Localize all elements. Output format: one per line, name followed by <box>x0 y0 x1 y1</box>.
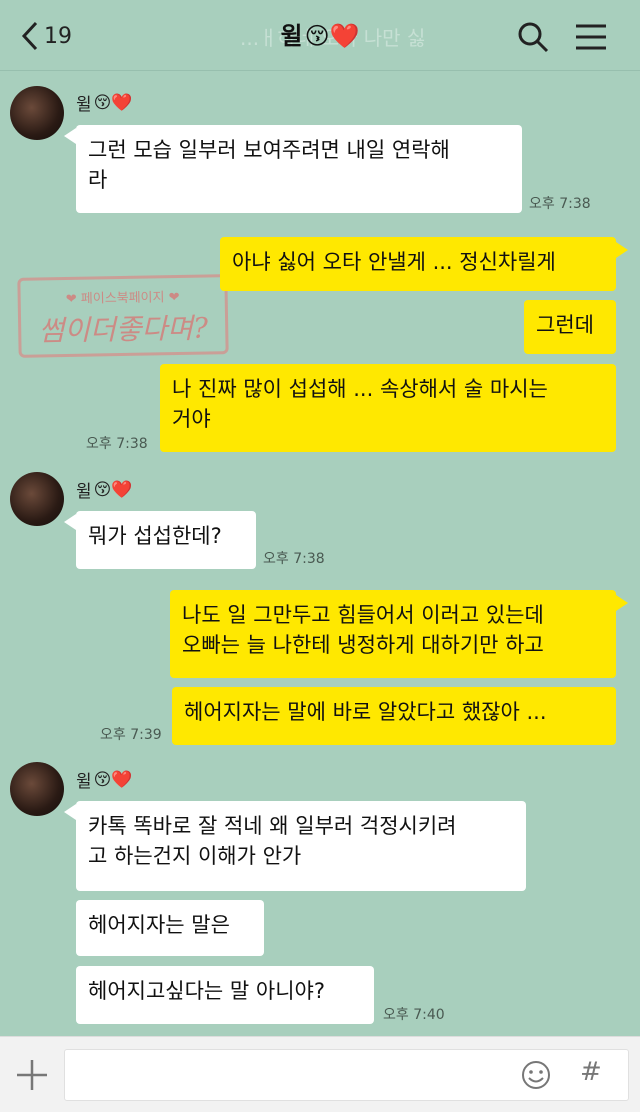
emoji-icon[interactable] <box>520 1059 552 1091</box>
message-bubble-outgoing[interactable]: 아냐 싫어 오타 안낼게 ... 정신차릴게 <box>220 237 616 291</box>
hash-search-button[interactable]: # <box>580 1057 602 1087</box>
sender-emoji: 😚❤️ <box>93 769 133 790</box>
stamp-main-text: 썸이더좋다며? <box>38 311 209 348</box>
sender-emoji: 😚❤️ <box>93 92 133 113</box>
sender-name-text: 윌 <box>76 772 92 792</box>
bubble-tail <box>616 242 628 258</box>
message-bubble-outgoing[interactable]: 나도 일 그만두고 힘들어서 이러고 있는데 오빠는 늘 나한테 냉정하게 대하… <box>170 590 616 678</box>
message-time: 오후 7:38 <box>263 551 325 567</box>
avatar[interactable] <box>10 762 64 816</box>
message-time: 오후 7:38 <box>529 196 591 212</box>
sender-emoji: 😚❤️ <box>93 479 133 500</box>
sender-name: 윌 😚❤️ <box>76 477 133 503</box>
watermark-stamp: ❤ 페이스북페이지 ❤ 썸이더좋다며? <box>17 274 229 358</box>
message-time: 오후 7:39 <box>100 727 162 743</box>
message-bubble-incoming[interactable]: 헤어지고싶다는 말 아니야? <box>76 966 374 1024</box>
sender-name: 윌 😚❤️ <box>76 90 133 116</box>
bubble-tail <box>64 804 76 820</box>
avatar[interactable] <box>10 472 64 526</box>
message-time: 오후 7:38 <box>86 436 148 452</box>
message-bubble-incoming[interactable]: 그런 모습 일부러 보여주려면 내일 연락해 라 <box>76 125 522 213</box>
bubble-tail <box>64 128 76 144</box>
bubble-tail <box>616 595 628 611</box>
message-bubble-outgoing[interactable]: 그런데 <box>524 300 616 354</box>
avatar[interactable] <box>10 86 64 140</box>
chat-header: ...ㅐ하네 오빠 나만 싫 19 윌😚❤️ <box>0 0 640 71</box>
message-time: 오후 7:40 <box>383 1007 445 1023</box>
sender-name-text: 윌 <box>76 95 92 115</box>
message-bubble-incoming[interactable]: 헤어지자는 말은 <box>76 900 264 956</box>
bubble-tail <box>64 514 76 530</box>
sender-name-text: 윌 <box>76 482 92 502</box>
chat-title-emoji: 😚❤️ <box>304 22 360 50</box>
search-icon[interactable] <box>516 20 550 54</box>
message-bubble-outgoing[interactable]: 헤어지자는 말에 바로 알았다고 했잖아 ... <box>172 687 616 745</box>
menu-icon[interactable] <box>574 20 608 54</box>
input-bar: # <box>0 1036 640 1112</box>
message-bubble-outgoing[interactable]: 나 진짜 많이 섭섭해 ... 속상해서 술 마시는 거야 <box>160 364 616 452</box>
message-bubble-incoming[interactable]: 뭐가 섭섭한데? <box>76 511 256 569</box>
chat-title-name: 윌 <box>280 22 303 50</box>
message-bubble-incoming[interactable]: 카톡 똑바로 잘 적네 왜 일부러 걱정시키려 고 하는건지 이해가 안가 <box>76 801 526 891</box>
stamp-top-text: ❤ 페이스북페이지 ❤ <box>65 290 180 307</box>
sender-name: 윌 😚❤️ <box>76 767 133 793</box>
plus-icon[interactable] <box>14 1057 50 1093</box>
